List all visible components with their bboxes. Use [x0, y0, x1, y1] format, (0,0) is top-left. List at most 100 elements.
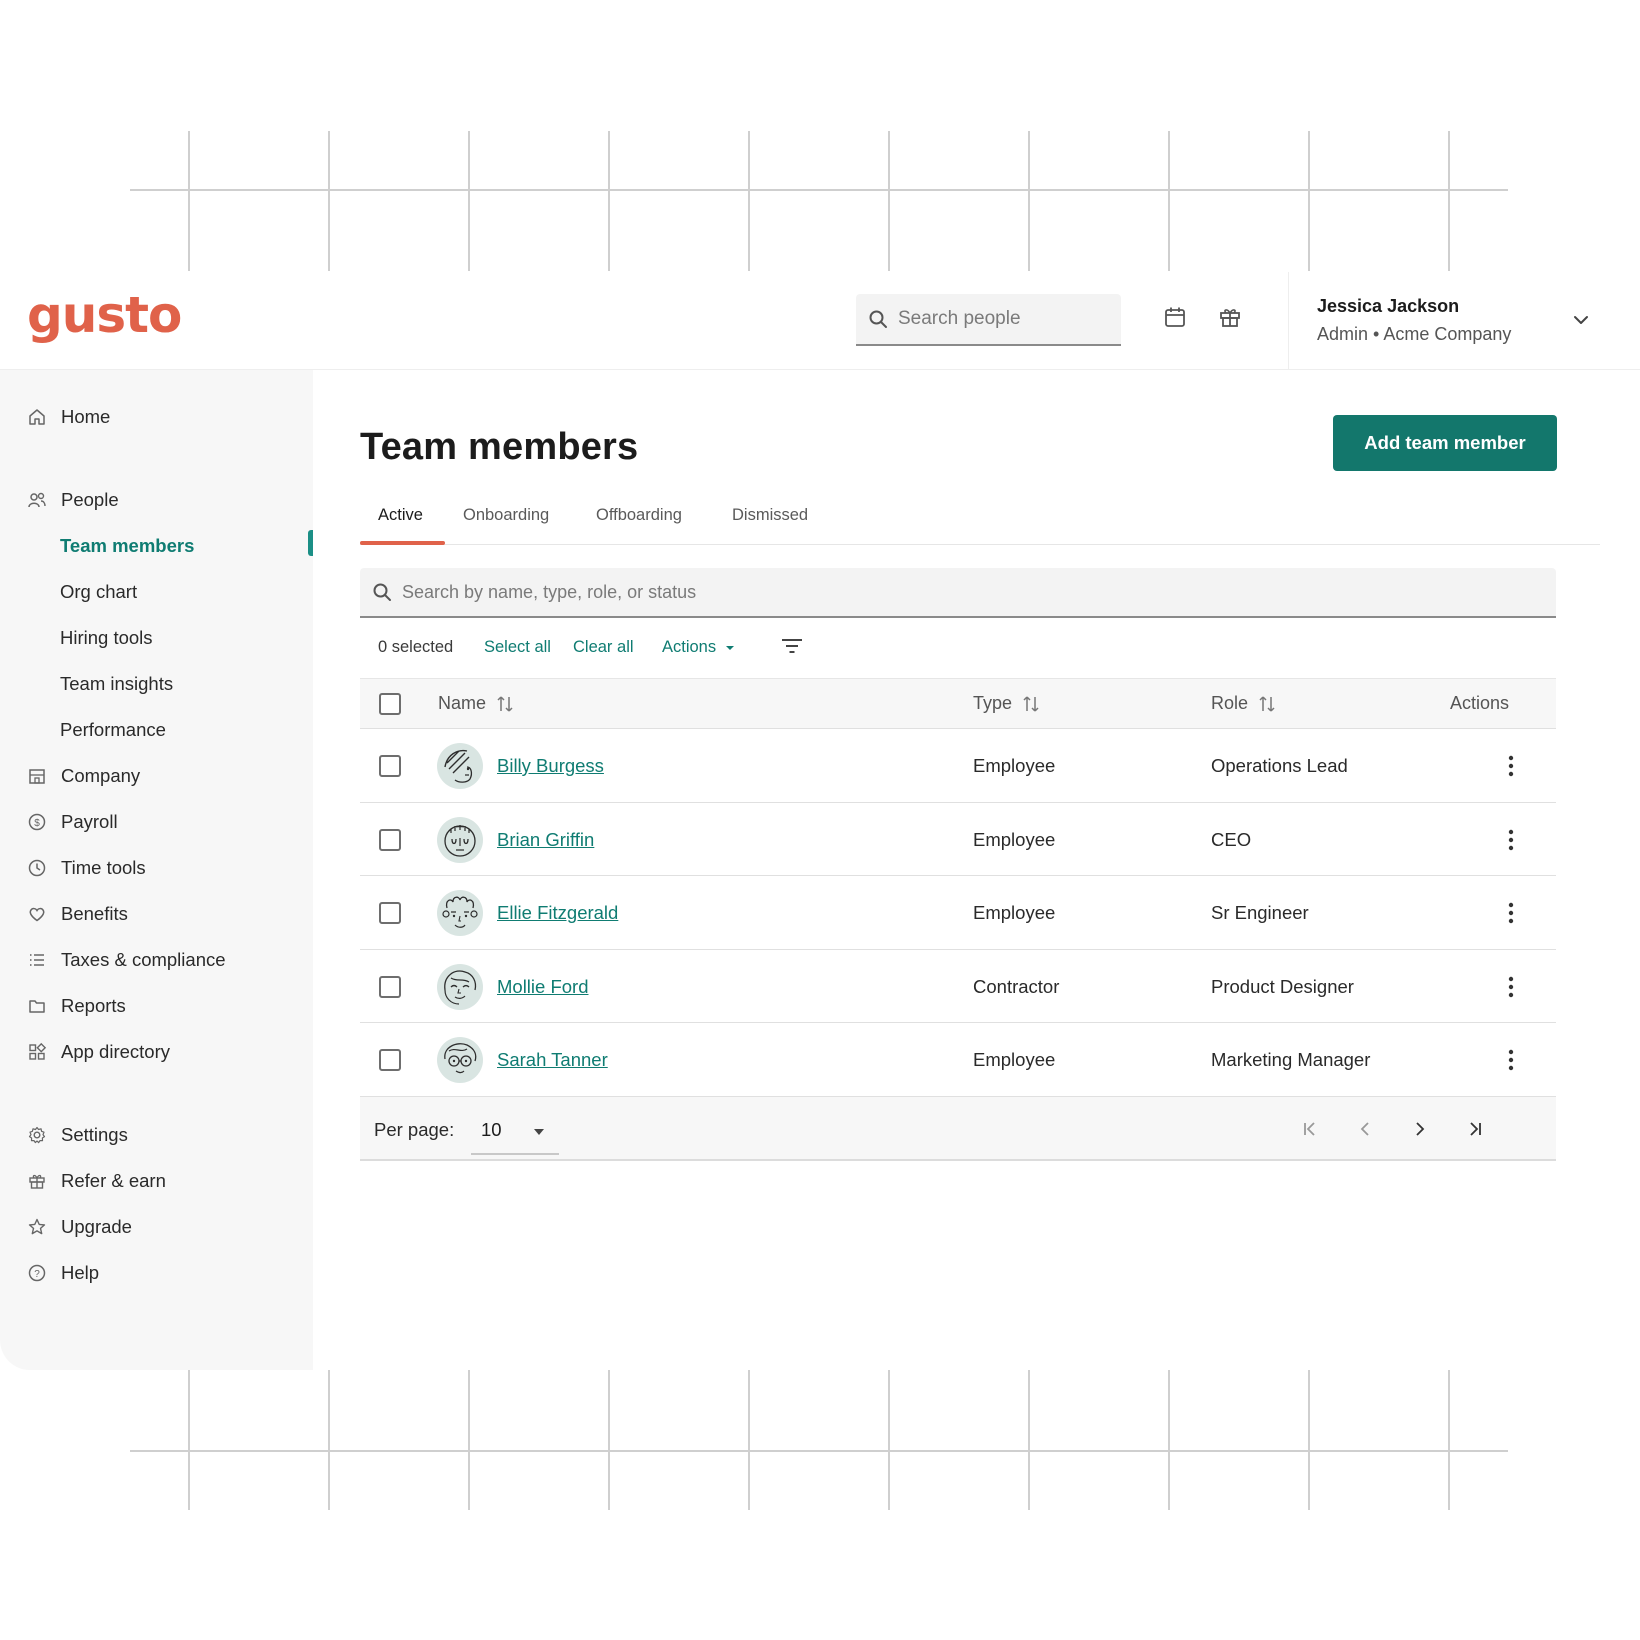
table-row: Mollie Ford Contractor Product Designer [360, 950, 1556, 1023]
building-icon [26, 765, 48, 787]
apps-icon [26, 1041, 48, 1063]
star-icon [26, 1216, 48, 1238]
sidebar-item-label: Time tools [61, 857, 146, 878]
tab-dismissed[interactable]: Dismissed [732, 506, 808, 525]
clear-all-link[interactable]: Clear all [573, 638, 634, 657]
avatar [437, 963, 483, 1010]
sidebar-item-reports[interactable]: Reports [26, 991, 126, 1021]
actions-dropdown-label: Actions [662, 638, 717, 656]
employee-type: Contractor [973, 975, 1060, 997]
gift-icon[interactable] [1217, 304, 1243, 330]
more-options-icon[interactable] [1500, 1045, 1522, 1075]
sort-icon[interactable] [496, 694, 514, 714]
actions-dropdown[interactable]: Actions [662, 638, 736, 657]
select-all-checkbox[interactable] [379, 693, 401, 715]
sidebar-item-home[interactable]: Home [26, 402, 110, 432]
clock-icon [26, 857, 48, 879]
heart-icon [26, 903, 48, 925]
user-menu[interactable]: Jessica Jackson Admin • Acme Company [1288, 272, 1640, 370]
tab-active[interactable]: Active [378, 506, 423, 525]
more-options-icon[interactable] [1500, 751, 1522, 781]
sidebar-item-payroll[interactable]: $ Payroll [26, 807, 118, 837]
employee-name-link[interactable]: Mollie Ford [497, 976, 589, 998]
avatar [437, 1037, 483, 1083]
tab-onboarding[interactable]: Onboarding [463, 506, 549, 525]
sidebar: Home People Team members Org chart Hirin… [0, 370, 313, 1370]
sidebar-item-label: Company [61, 765, 141, 786]
select-all-link[interactable]: Select all [484, 638, 551, 657]
first-page-icon[interactable] [1298, 1117, 1322, 1141]
calendar-icon[interactable] [1162, 304, 1188, 330]
people-search[interactable] [856, 294, 1121, 346]
search-people-input[interactable] [898, 308, 1108, 330]
table-search[interactable] [360, 568, 1556, 618]
team-members-table: Name Type Role Actions Billy Burgess Emp… [360, 678, 1556, 1161]
search-icon [869, 310, 887, 328]
gear-icon [26, 1124, 48, 1146]
sidebar-item-hiring-tools[interactable]: Hiring tools [60, 623, 153, 653]
help-icon: ? [26, 1262, 48, 1284]
row-checkbox[interactable] [379, 975, 401, 998]
more-options-icon[interactable] [1500, 825, 1522, 855]
per-page-select[interactable]: 10 [471, 1105, 559, 1155]
sidebar-item-team-insights[interactable]: Team insights [60, 669, 173, 699]
chevron-down-icon[interactable] [1571, 310, 1591, 330]
next-page-icon[interactable] [1408, 1117, 1432, 1141]
main-content: Team members Add team member Active Onbo… [313, 370, 1640, 1370]
column-role-label: Role [1211, 693, 1249, 713]
sidebar-item-time-tools[interactable]: Time tools [26, 853, 146, 883]
row-checkbox[interactable] [379, 828, 401, 851]
row-checkbox[interactable] [379, 755, 401, 777]
table-search-input[interactable] [402, 581, 1502, 603]
svg-text:$: $ [34, 818, 40, 829]
employee-name-link[interactable]: Sarah Tanner [497, 1049, 608, 1071]
sidebar-item-label: Refer & earn [61, 1170, 166, 1191]
last-page-icon[interactable] [1463, 1117, 1487, 1141]
employee-role: CEO [1211, 828, 1252, 850]
sidebar-item-team-members[interactable]: Team members [60, 531, 194, 561]
sidebar-item-label: Reports [61, 995, 126, 1016]
employee-name-link[interactable]: Brian Griffin [497, 829, 594, 851]
table-footer: Per page: 10 [360, 1096, 1556, 1161]
sort-icon[interactable] [1022, 694, 1040, 714]
sidebar-item-taxes[interactable]: Taxes & compliance [26, 945, 226, 975]
previous-page-icon[interactable] [1353, 1117, 1377, 1141]
sidebar-item-org-chart[interactable]: Org chart [60, 577, 137, 607]
per-page-value: 10 [481, 1118, 502, 1140]
filter-icon[interactable] [780, 635, 804, 662]
table-row: Sarah Tanner Employee Marketing Manager [360, 1023, 1556, 1097]
column-name[interactable]: Name [438, 693, 514, 714]
sidebar-item-company[interactable]: Company [26, 761, 140, 791]
sidebar-item-benefits[interactable]: Benefits [26, 899, 128, 929]
column-type[interactable]: Type [973, 693, 1040, 714]
column-role[interactable]: Role [1211, 693, 1276, 714]
sidebar-item-upgrade[interactable]: Upgrade [26, 1212, 132, 1242]
bulk-actions-bar: 0 selected Select all Clear all Actions [360, 632, 960, 662]
sidebar-item-performance[interactable]: Performance [60, 715, 166, 745]
sidebar-item-people[interactable]: People [26, 485, 119, 515]
avatar [437, 743, 483, 789]
employee-type: Employee [973, 828, 1056, 850]
row-checkbox[interactable] [379, 1049, 401, 1071]
column-type-label: Type [973, 693, 1013, 713]
svg-text:?: ? [34, 1269, 40, 1280]
avatar [437, 890, 483, 936]
employee-name-link[interactable]: Ellie Fitzgerald [497, 902, 618, 924]
app-window: gusto Jessica Jackson Admin • Acme Compa… [0, 272, 1640, 1370]
sort-icon[interactable] [1258, 694, 1276, 714]
add-team-member-button[interactable]: Add team member [1333, 415, 1557, 471]
top-bar: gusto Jessica Jackson Admin • Acme Compa… [0, 272, 1640, 370]
sidebar-item-help[interactable]: ? Help [26, 1258, 99, 1288]
row-checkbox[interactable] [379, 902, 401, 924]
more-options-icon[interactable] [1500, 898, 1522, 928]
decorative-grid-bottom [0, 1370, 1640, 1510]
sidebar-item-app-directory[interactable]: App directory [26, 1037, 170, 1067]
sidebar-item-refer-earn[interactable]: Refer & earn [26, 1166, 166, 1196]
more-options-icon[interactable] [1500, 972, 1522, 1002]
tab-offboarding[interactable]: Offboarding [596, 506, 682, 525]
sidebar-item-label: Benefits [61, 903, 128, 924]
column-actions-label: Actions [1450, 693, 1510, 713]
gusto-logo[interactable]: gusto [27, 286, 182, 344]
sidebar-item-settings[interactable]: Settings [26, 1120, 128, 1150]
employee-name-link[interactable]: Billy Burgess [497, 755, 604, 777]
